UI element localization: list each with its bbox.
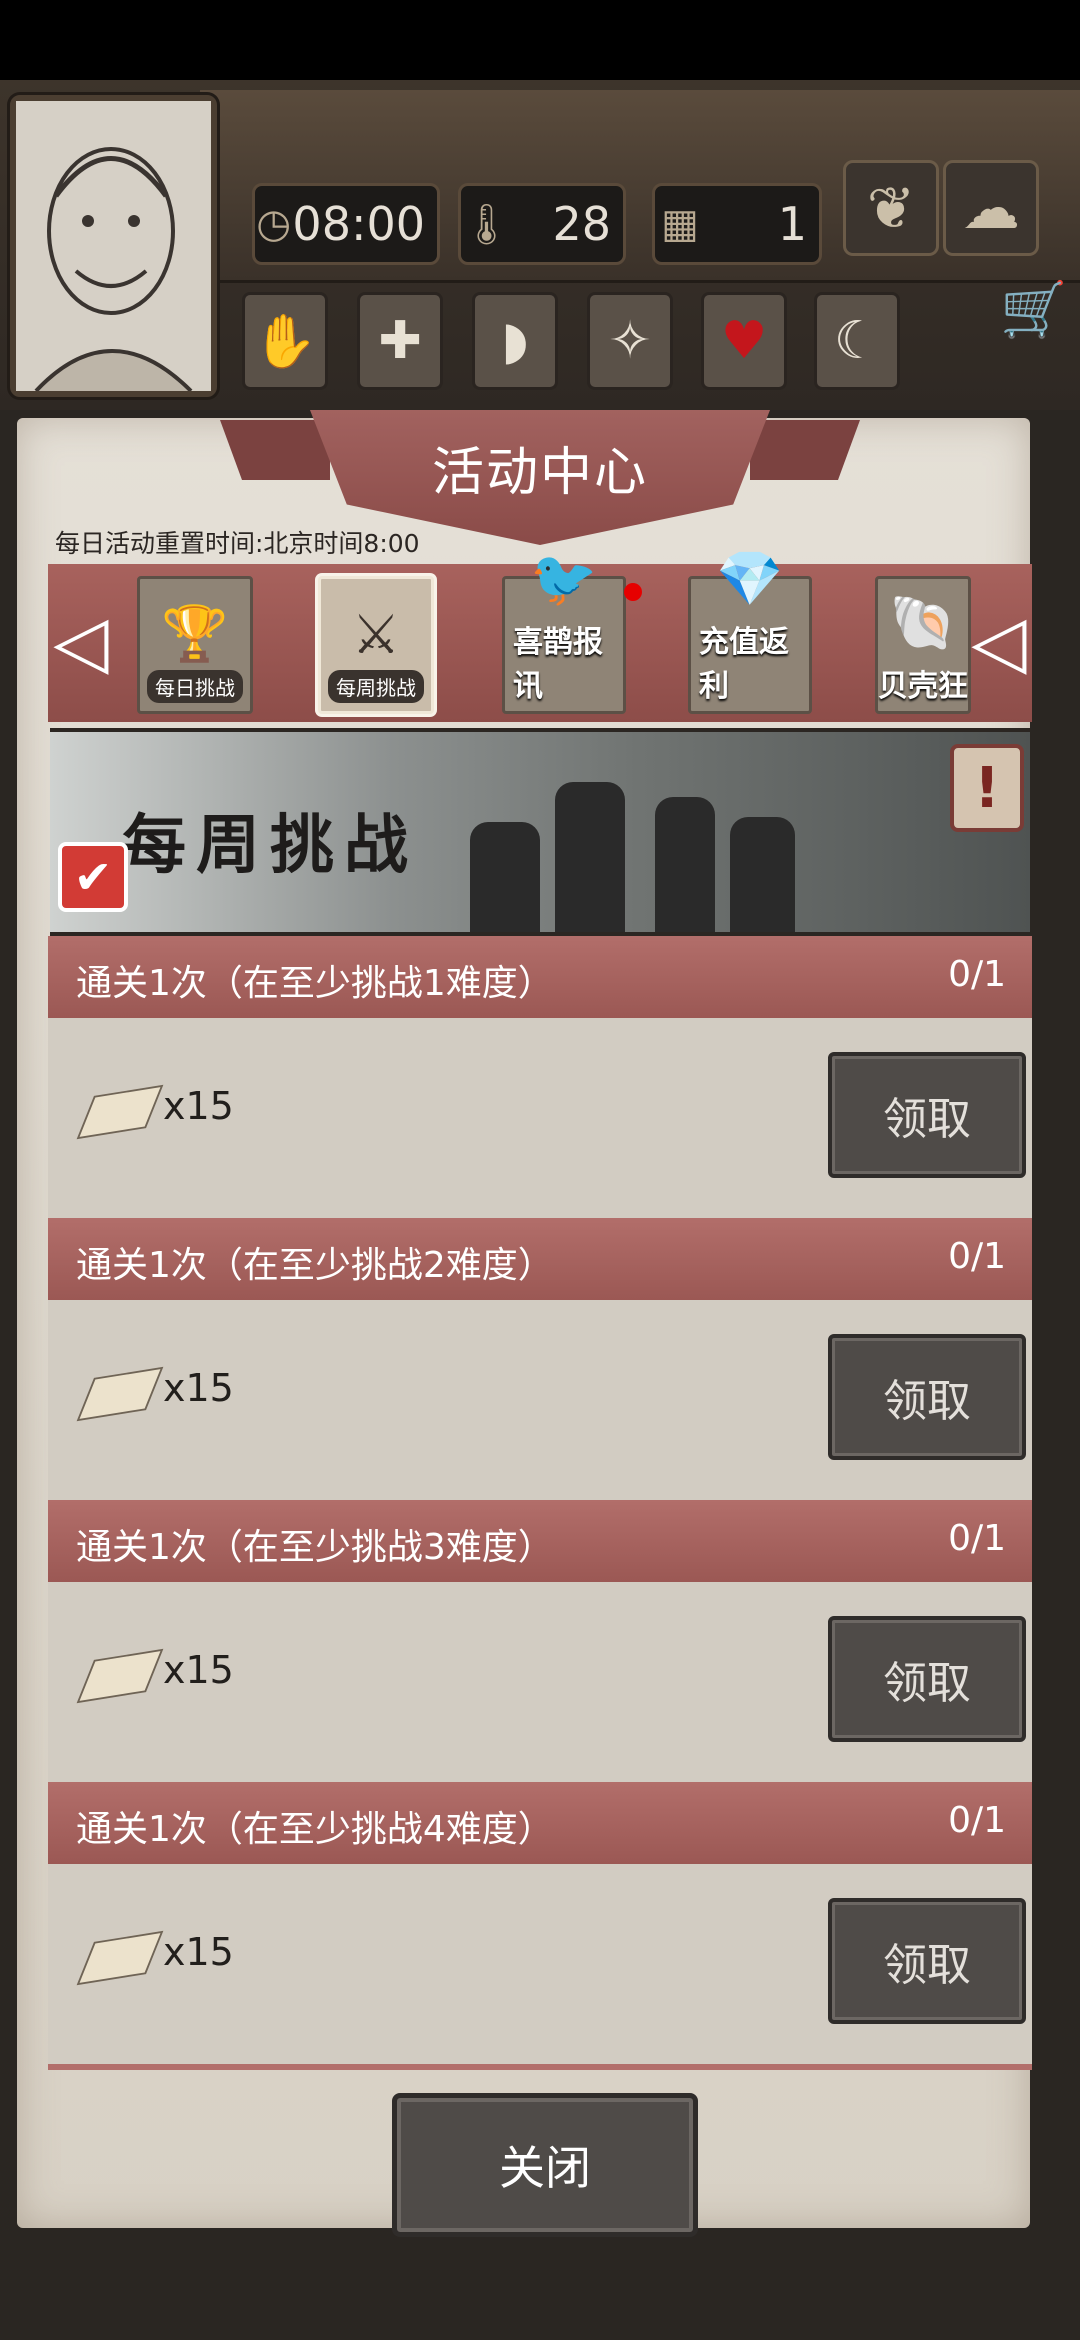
survivor-figure [470,822,540,932]
task-progress: 0/1 [948,1800,1006,1841]
tab-scroll-right[interactable]: ◁ [968,572,1030,710]
task-header: 通关1次（在至少挑战4难度） 0/1 [48,1782,1032,1864]
maple-leaf-icon: ❦ [866,174,916,242]
claim-button[interactable]: 领取 [828,1616,1026,1742]
list-bottom-divider [48,2064,1032,2070]
treasure-chest-icon: 💎 [716,547,784,610]
magpie-icon: 🐦 [530,547,598,610]
scroll-icon [76,1930,164,1986]
status-sleep[interactable]: ☾ [814,292,900,390]
chevron-left-icon: ◁ [53,599,109,683]
calendar-icon: ▦ [661,201,699,247]
cloud-icon: ☁ [962,174,1020,242]
claim-button[interactable]: 领取 [828,1898,1026,2024]
tab-label: 每日挑战 [147,670,243,703]
survivor-figure [655,797,715,932]
tab-scroll-left[interactable]: ◁ [50,572,112,710]
scroll-icon [76,1648,164,1704]
status-hand[interactable]: ✋ [242,292,328,390]
reset-time-note: 每日活动重置时间:北京时间8:00 [55,529,420,558]
tab-seashell[interactable]: 🐚 贝壳狂 [875,576,971,714]
task-progress: 0/1 [948,1518,1006,1559]
thermometer-icon: 🌡 [461,201,512,248]
shopping-cart-icon: 🛒 [1000,278,1068,341]
task-reward-row: x15 领取 [48,1864,1032,2064]
task-progress: 0/1 [948,1236,1006,1277]
trophy-icon: 🏆 [161,602,229,665]
notification-dot [624,583,642,601]
task-reward-row: x15 领取 [48,1300,1032,1500]
task-title: 通关1次（在至少挑战3难度） [76,1527,554,1568]
info-button[interactable]: ! [950,744,1024,832]
temperature-display: 🌡 28 [458,183,626,265]
task-title: 通关1次（在至少挑战1难度） [76,963,554,1004]
task-title: 通关1次（在至少挑战2难度） [76,1245,554,1286]
check-icon: ✔ [73,850,113,904]
shop-button[interactable]: 🛒 [1000,278,1067,342]
character-portrait[interactable] [10,95,217,397]
panel-title: 活动中心 [431,443,648,503]
task-header: 通关1次（在至少挑战2难度） 0/1 [48,1218,1032,1300]
weekly-challenge-banner: 每周挑战 ✔ ! [50,728,1030,936]
survivor-figure [555,782,625,932]
banner-title: 每周挑战 [122,808,418,883]
status-health[interactable]: ✚ [357,292,443,390]
claim-button[interactable]: 领取 [828,1052,1026,1178]
portrait-sketch-icon [16,101,211,393]
reward-quantity: x15 [163,1366,234,1410]
task-reward-row: x15 领取 [48,1018,1032,1218]
crossed-swords-trophy-icon: ⚔ [351,603,401,666]
close-button[interactable]: 关闭 [392,2093,698,2237]
tab-label: 喜鹊报讯 [513,625,603,704]
season-button[interactable]: ❦ [843,160,939,256]
tab-label: 贝壳狂 [878,669,968,704]
health-cross-icon: ✚ [378,311,422,371]
tab-recharge-rebate[interactable]: 💎 充值返利 [688,547,812,714]
time-display: ◷ 08:00 [252,183,440,265]
day-value: 1 [777,197,807,251]
status-mind[interactable]: ✧ [587,292,673,390]
chevron-right-icon: ◁ [971,599,1027,683]
reward-quantity: x15 [163,1930,234,1974]
scroll-icon [76,1084,164,1140]
moon-icon: ☾ [833,311,881,371]
tab-weekly-challenge[interactable]: ⚔ 每周挑战 [318,576,434,714]
reward-quantity: x15 [163,1648,234,1692]
tab-label: 充值返利 [699,625,789,704]
task-header: 通关1次（在至少挑战1难度） 0/1 [48,936,1032,1018]
clock-icon: ◷ [256,201,292,247]
time-value: 08:00 [292,197,425,251]
mind-icon: ✧ [608,311,652,371]
heart-icon: ♥ [720,311,768,371]
status-bar [0,0,1080,80]
status-stomach[interactable]: ◗ [472,292,558,390]
status-heart[interactable]: ♥ [701,292,787,390]
task-header: 通关1次（在至少挑战3难度） 0/1 [48,1500,1032,1582]
survivor-figure [730,817,795,932]
day-display: ▦ 1 [652,183,822,265]
claim-button[interactable]: 领取 [828,1334,1026,1460]
task-reward-row: x15 领取 [48,1582,1032,1782]
weather-button[interactable]: ☁ [943,160,1039,256]
temperature-value: 28 [552,197,611,251]
banner-checkbox[interactable]: ✔ [58,842,128,912]
tab-magpie-news[interactable]: 🐦 喜鹊报讯 [502,547,626,714]
tab-label: 每周挑战 [328,670,424,703]
seashell-icon: 🐚 [889,591,957,654]
hand-icon: ✋ [252,311,318,372]
reward-quantity: x15 [163,1084,234,1128]
task-title: 通关1次（在至少挑战4难度） [76,1809,554,1850]
task-progress: 0/1 [948,954,1006,995]
scroll-icon [76,1366,164,1422]
tab-daily-challenge[interactable]: 🏆 每日挑战 [137,576,253,714]
stomach-icon: ◗ [501,311,529,371]
exclamation-icon: ! [974,755,1000,821]
